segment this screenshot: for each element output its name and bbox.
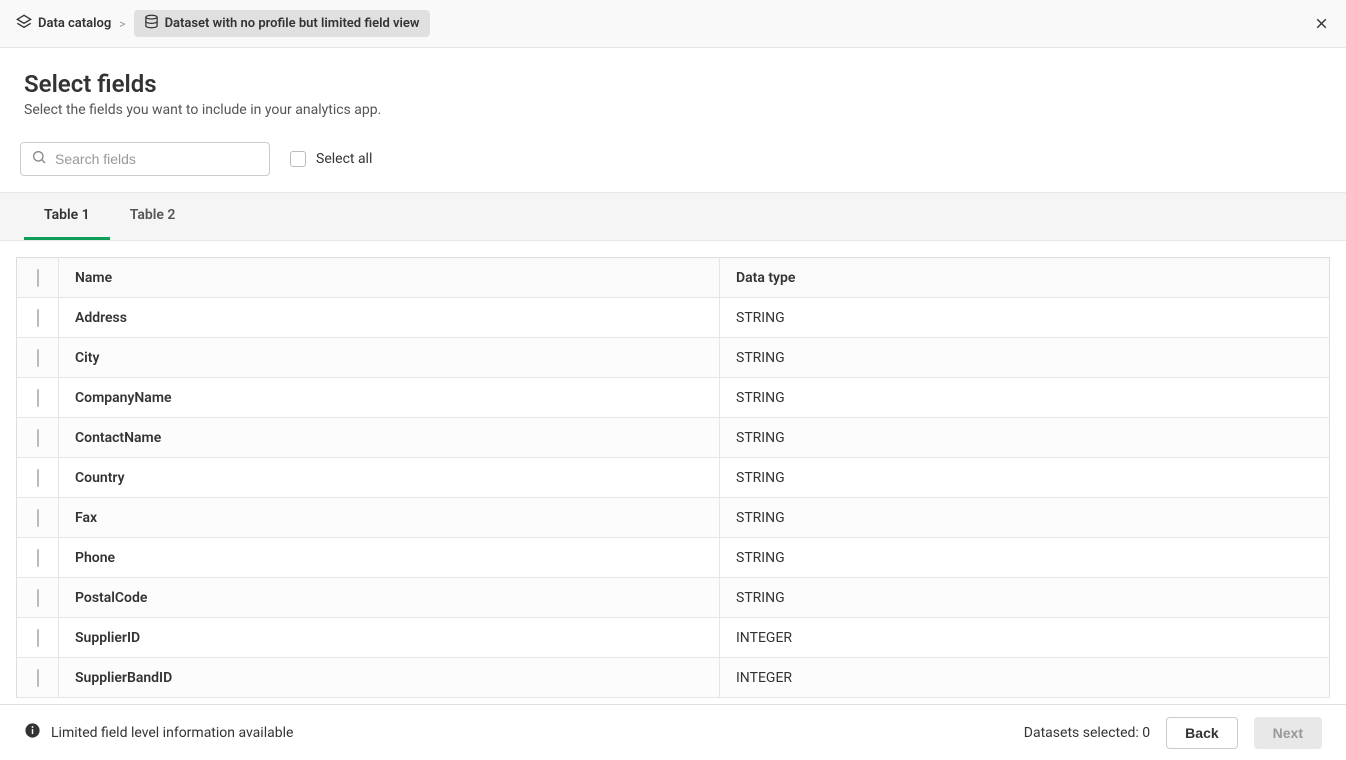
row-checkbox-cell — [17, 658, 59, 698]
datasets-selected-label: Datasets selected: 0 — [1024, 725, 1150, 741]
tab-table-2[interactable]: Table 2 — [110, 193, 196, 240]
top-bar: Data catalog > Dataset with no profile b… — [0, 0, 1346, 48]
row-checkbox-cell — [17, 618, 59, 658]
row-name: SupplierID — [59, 618, 720, 658]
footer-bar: Limited field level information availabl… — [0, 704, 1346, 760]
header-type[interactable]: Data type — [720, 258, 1330, 298]
tabs: Table 1Table 2 — [0, 193, 1346, 240]
row-type: STRING — [720, 378, 1330, 418]
row-checkbox[interactable] — [37, 469, 39, 487]
row-checkbox[interactable] — [37, 669, 39, 687]
row-name: CompanyName — [59, 378, 720, 418]
search-input[interactable] — [55, 151, 259, 167]
info-icon — [24, 722, 41, 743]
row-type: STRING — [720, 418, 1330, 458]
page-header: Select fields Select the fields you want… — [0, 48, 1346, 130]
table-row[interactable]: ContactNameSTRING — [17, 418, 1330, 458]
row-name: ContactName — [59, 418, 720, 458]
select-all-label: Select all — [316, 151, 372, 167]
row-type: STRING — [720, 298, 1330, 338]
table-container: Name Data type AddressSTRINGCitySTRINGCo… — [0, 241, 1346, 704]
table-row[interactable]: AddressSTRING — [17, 298, 1330, 338]
back-button[interactable]: Back — [1166, 717, 1237, 749]
table-header-row: Name Data type — [17, 258, 1330, 298]
row-type: INTEGER — [720, 658, 1330, 698]
row-checkbox[interactable] — [37, 629, 39, 647]
row-type: STRING — [720, 578, 1330, 618]
next-button: Next — [1254, 717, 1322, 749]
fields-table: Name Data type AddressSTRINGCitySTRINGCo… — [16, 257, 1330, 698]
footer-info-text: Limited field level information availabl… — [51, 725, 293, 741]
table-row[interactable]: CitySTRING — [17, 338, 1330, 378]
row-checkbox[interactable] — [37, 349, 39, 367]
page-subtitle: Select the fields you want to include in… — [24, 102, 1322, 118]
row-checkbox[interactable] — [37, 309, 39, 327]
row-checkbox-cell — [17, 338, 59, 378]
select-all[interactable]: Select all — [290, 151, 372, 167]
tab-table-1[interactable]: Table 1 — [24, 193, 110, 240]
row-type: STRING — [720, 538, 1330, 578]
row-checkbox-cell — [17, 298, 59, 338]
table-row[interactable]: SupplierBandIDINTEGER — [17, 658, 1330, 698]
header-checkbox[interactable] — [37, 269, 39, 287]
database-icon — [144, 14, 159, 33]
row-type: STRING — [720, 498, 1330, 538]
breadcrumb: Data catalog > Dataset with no profile b… — [16, 10, 430, 37]
row-checkbox-cell — [17, 538, 59, 578]
header-name[interactable]: Name — [59, 258, 720, 298]
row-checkbox[interactable] — [37, 429, 39, 447]
table-row[interactable]: SupplierIDINTEGER — [17, 618, 1330, 658]
layers-icon — [16, 14, 32, 34]
row-type: INTEGER — [720, 618, 1330, 658]
row-name: Phone — [59, 538, 720, 578]
table-row[interactable]: PostalCodeSTRING — [17, 578, 1330, 618]
row-checkbox[interactable] — [37, 509, 39, 527]
tabs-container: Table 1Table 2 — [0, 192, 1346, 241]
table-row[interactable]: FaxSTRING — [17, 498, 1330, 538]
row-checkbox-cell — [17, 378, 59, 418]
search-icon — [31, 149, 47, 169]
close-button[interactable] — [1312, 15, 1330, 33]
breadcrumb-root-label: Data catalog — [38, 16, 111, 31]
row-checkbox[interactable] — [37, 589, 39, 607]
breadcrumb-current[interactable]: Dataset with no profile but limited fiel… — [134, 10, 430, 37]
row-checkbox-cell — [17, 458, 59, 498]
breadcrumb-current-label: Dataset with no profile but limited fiel… — [165, 16, 420, 31]
row-name: City — [59, 338, 720, 378]
search-box[interactable] — [20, 142, 270, 176]
row-checkbox-cell — [17, 418, 59, 458]
breadcrumb-root[interactable]: Data catalog — [16, 14, 111, 34]
row-checkbox-cell — [17, 498, 59, 538]
row-name: SupplierBandID — [59, 658, 720, 698]
close-icon — [1313, 15, 1330, 32]
table-row[interactable]: PhoneSTRING — [17, 538, 1330, 578]
breadcrumb-separator: > — [119, 17, 125, 31]
row-checkbox[interactable] — [37, 389, 39, 407]
table-row[interactable]: CompanyNameSTRING — [17, 378, 1330, 418]
table-row[interactable]: CountrySTRING — [17, 458, 1330, 498]
row-name: PostalCode — [59, 578, 720, 618]
page-title: Select fields — [24, 70, 1322, 98]
row-type: STRING — [720, 338, 1330, 378]
row-checkbox[interactable] — [37, 549, 39, 567]
row-checkbox-cell — [17, 578, 59, 618]
row-name: Fax — [59, 498, 720, 538]
select-all-checkbox[interactable] — [290, 151, 306, 167]
footer-info: Limited field level information availabl… — [24, 722, 293, 743]
row-name: Address — [59, 298, 720, 338]
row-type: STRING — [720, 458, 1330, 498]
header-checkbox-cell — [17, 258, 59, 298]
footer-actions: Datasets selected: 0 Back Next — [1024, 717, 1322, 749]
row-name: Country — [59, 458, 720, 498]
controls-row: Select all — [0, 130, 1346, 192]
